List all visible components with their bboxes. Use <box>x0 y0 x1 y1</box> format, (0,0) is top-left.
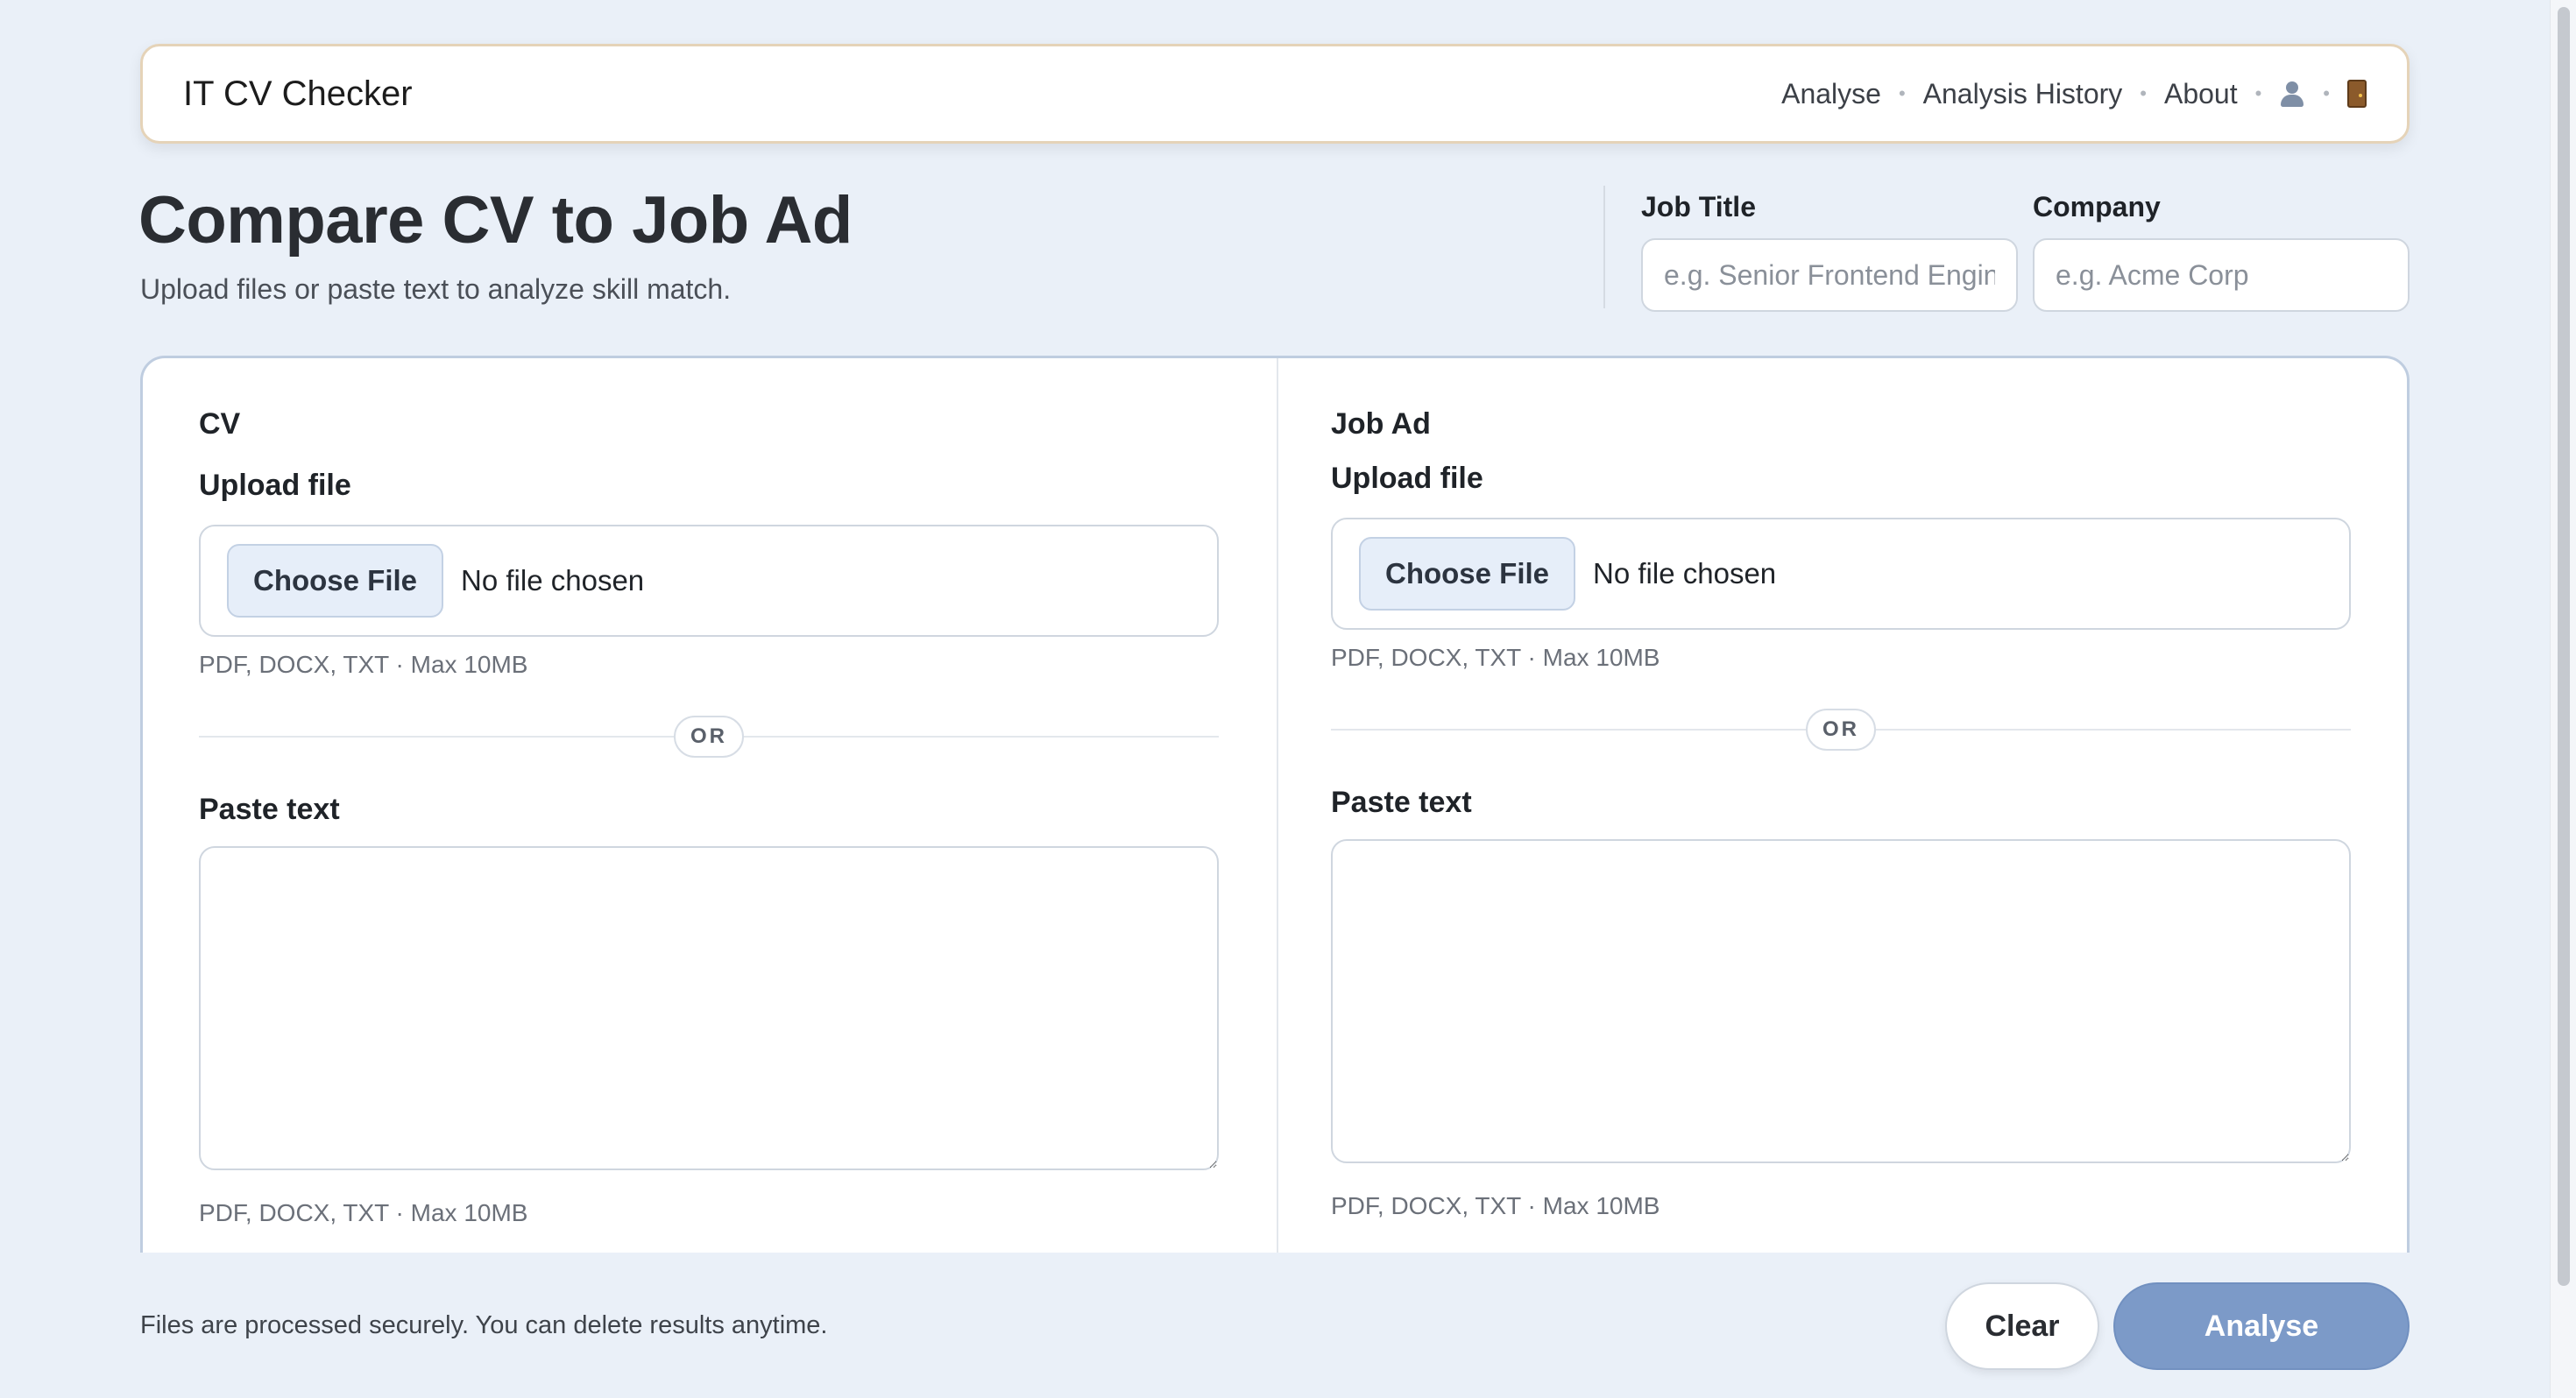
nav-item-about[interactable]: About <box>2164 78 2238 110</box>
nav-item-analyse[interactable]: Analyse <box>1781 78 1881 110</box>
company-input[interactable] <box>2033 238 2410 312</box>
job-ad-paste-hint: PDF, DOCX, TXT · Max 10MB <box>1331 1192 1660 1219</box>
job-ad-file-input[interactable]: Choose File No file chosen <box>1331 518 2351 630</box>
cv-upload-hint: PDF, DOCX, TXT · Max 10MB <box>199 651 528 678</box>
job-ad-upload-label: Upload file <box>1331 462 1483 495</box>
nav-separator: • <box>2323 82 2330 104</box>
header-divider <box>1603 186 1605 308</box>
job-title-label: Job Title <box>1641 191 1756 222</box>
cv-file-input[interactable]: Choose File No file chosen <box>199 525 1219 637</box>
cv-choose-file-button[interactable]: Choose File <box>227 544 444 618</box>
job-ad-or-badge: OR <box>1806 709 1876 751</box>
job-ad-upload-hint: PDF, DOCX, TXT · Max 10MB <box>1331 644 1660 671</box>
page-subtitle: Upload files or paste text to analyze sk… <box>140 273 732 305</box>
cv-paste-label: Paste text <box>199 793 340 826</box>
job-ad-paste-textarea[interactable] <box>1331 839 2351 1163</box>
cv-paste-hint: PDF, DOCX, TXT · Max 10MB <box>199 1199 528 1226</box>
security-note: Files are processed securely. You can de… <box>140 1311 828 1339</box>
job-ad-paste-label: Paste text <box>1331 786 1472 819</box>
navbar: IT CV Checker Analyse • Analysis History… <box>140 44 2410 144</box>
nav-separator: • <box>2254 82 2262 104</box>
job-title-input[interactable] <box>1641 238 2018 312</box>
main-nav: Analyse • Analysis History • About • • <box>1781 78 2367 110</box>
nav-item-analysis-history[interactable]: Analysis History <box>1923 78 2123 110</box>
job-ad-section-title: Job Ad <box>1331 407 1431 441</box>
cv-upload-label: Upload file <box>199 469 351 502</box>
page-title: Compare CV to Job Ad <box>138 183 853 258</box>
job-ad-choose-file-button[interactable]: Choose File <box>1359 537 1576 611</box>
scrollbar-thumb[interactable] <box>2558 7 2570 1286</box>
brand-title[interactable]: IT CV Checker <box>183 74 413 114</box>
cv-or-badge: OR <box>674 716 744 758</box>
cv-section-title: CV <box>199 407 241 441</box>
page: IT CV Checker Analyse • Analysis History… <box>0 0 2576 1398</box>
cv-file-status: No file chosen <box>461 564 645 597</box>
logout-door-icon[interactable] <box>2347 80 2367 108</box>
clear-button[interactable]: Clear <box>1945 1282 2099 1370</box>
cv-paste-textarea[interactable] <box>199 846 1219 1170</box>
column-divider <box>1277 358 1278 1253</box>
company-label: Company <box>2033 191 2161 222</box>
user-icon[interactable] <box>2279 80 2305 108</box>
nav-separator: • <box>1898 82 1906 104</box>
page-scrollbar[interactable] <box>2550 0 2576 1398</box>
job-ad-file-status: No file chosen <box>1593 557 1777 590</box>
nav-separator: • <box>2140 82 2147 104</box>
analyse-button[interactable]: Analyse <box>2113 1282 2410 1370</box>
compare-card: CV Upload file Choose File No file chose… <box>140 356 2410 1253</box>
